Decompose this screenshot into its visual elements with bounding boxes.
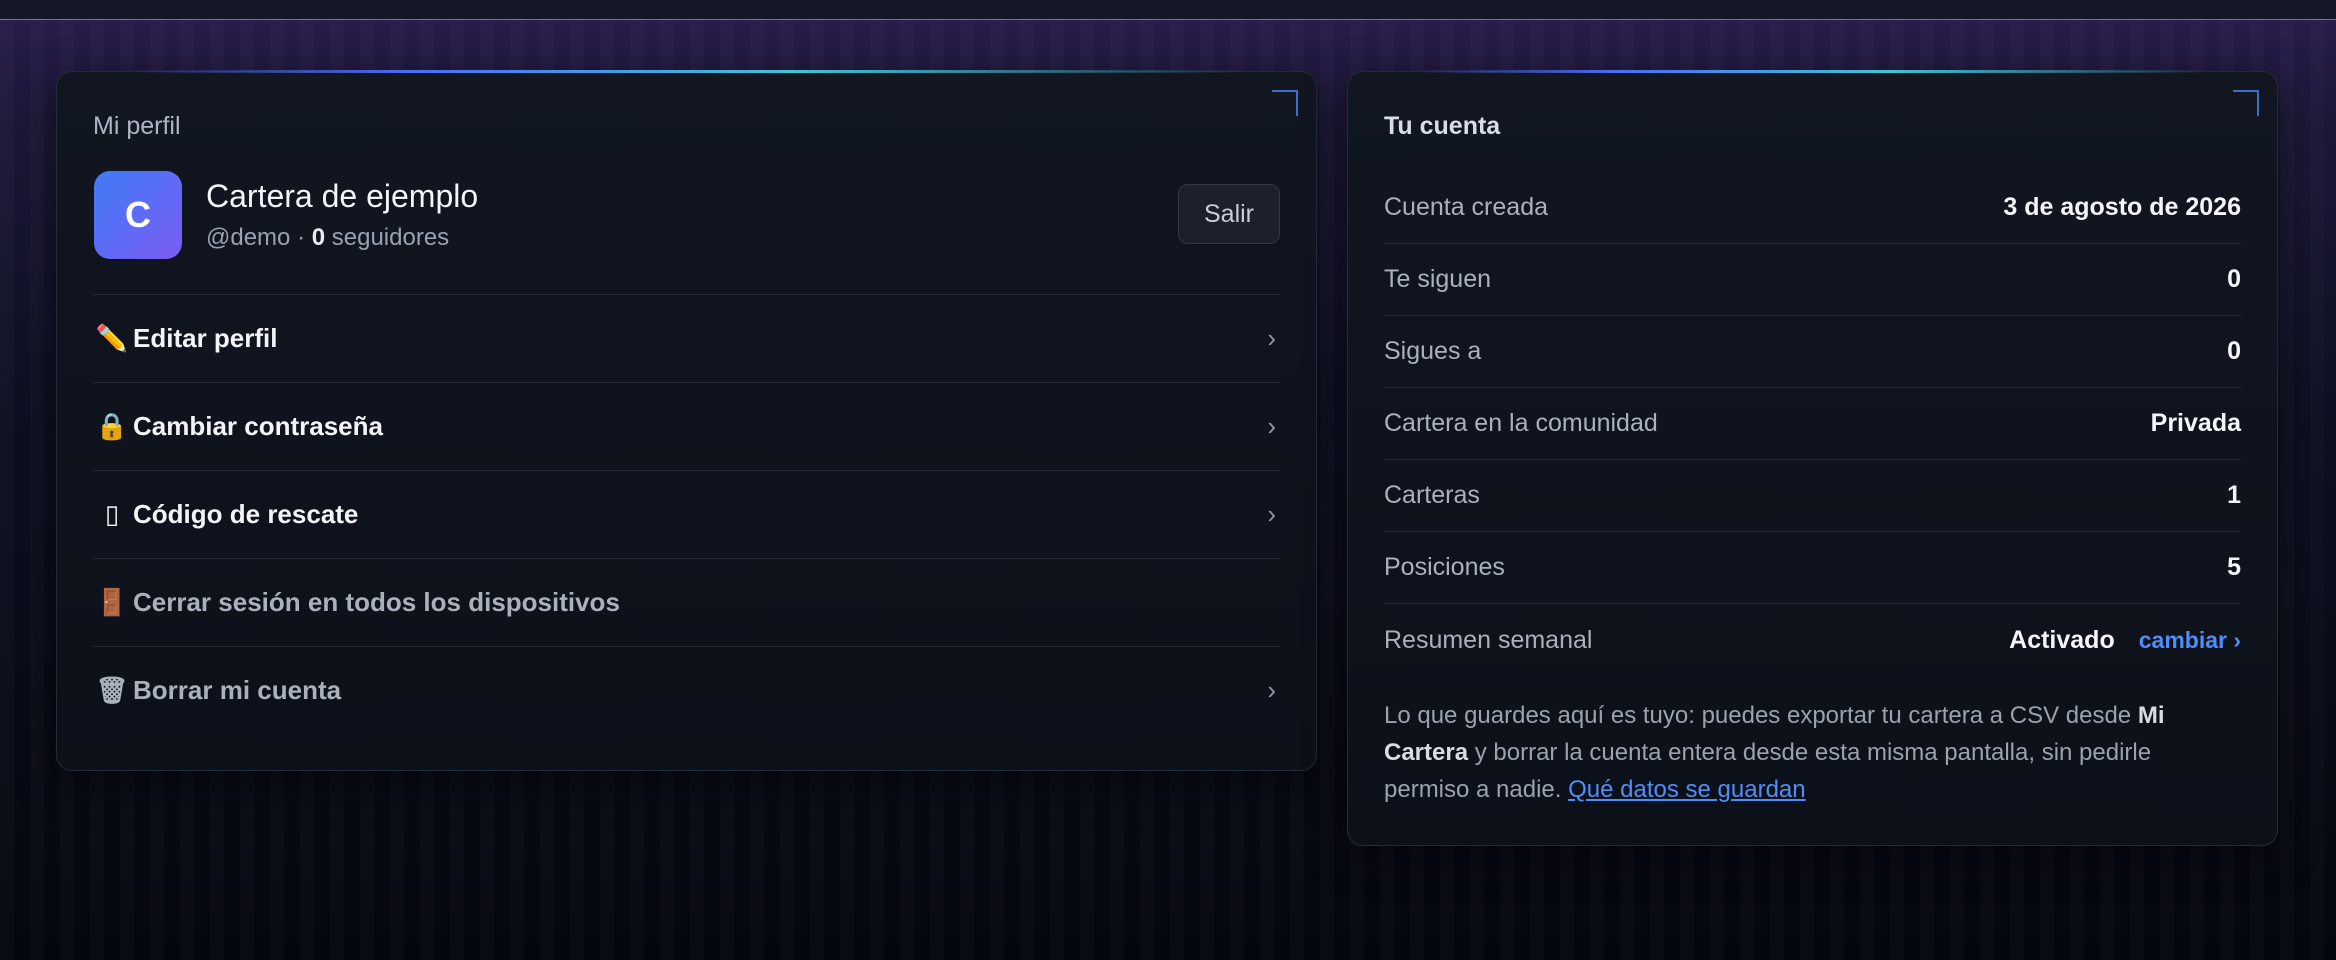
stat-label: Resumen semanal xyxy=(1384,625,1593,654)
trash-icon: 🗑 xyxy=(95,675,129,705)
stat-label: Posiciones xyxy=(1384,553,1505,581)
menu-item-logout-all[interactable]: 🚪 Cerrar sesión en todos los dispositivo… xyxy=(93,558,1280,646)
stat-value: 0 xyxy=(2227,265,2241,293)
profile-card-title: Mi perfil xyxy=(93,112,181,140)
followers-label: seguidores xyxy=(325,224,450,251)
chevron-right-icon: › xyxy=(1267,411,1276,441)
stat-value: 1 xyxy=(2227,481,2241,509)
chevron-right-icon: › xyxy=(1267,323,1276,353)
stat-row-weekly-summary: Resumen semanal Activado cambiar › xyxy=(1384,604,2241,676)
stat-row-followers: Te siguen 0 xyxy=(1384,244,2241,316)
corner-accent xyxy=(2233,90,2259,116)
stat-label: Carteras xyxy=(1384,481,1480,509)
corner-accent xyxy=(1272,90,1298,116)
avatar: C xyxy=(94,171,182,259)
stat-value: 0 xyxy=(2227,337,2241,365)
stat-row-following: Sigues a 0 xyxy=(1384,316,2241,388)
chevron-right-icon: › xyxy=(1267,675,1276,705)
stat-row-created: Cuenta creada 3 de agosto de 2026 xyxy=(1384,172,2241,244)
stat-label: Sigues a xyxy=(1384,337,1482,365)
menu-item-label: Borrar mi cuenta xyxy=(133,675,342,705)
stat-row-portfolios: Carteras 1 xyxy=(1384,460,2241,532)
chevron-right-icon: › xyxy=(1267,499,1276,529)
lock-icon: 🔒 xyxy=(95,411,129,441)
profile-card: Mi perfil C Cartera de ejemplo @demo · 0… xyxy=(56,70,1317,771)
stat-label: Cartera en la comunidad xyxy=(1384,409,1658,437)
door-icon: 🚪 xyxy=(95,587,129,617)
stat-row-community-portfolio: Cartera en la comunidad Privada xyxy=(1384,388,2241,460)
profile-name: Cartera de ejemplo xyxy=(206,178,479,214)
stat-value: Privada xyxy=(2150,409,2241,437)
change-weekly-summary-link[interactable]: cambiar › xyxy=(2139,627,2241,654)
menu-item-label: Código de rescate xyxy=(133,499,359,529)
menu-item-delete-account[interactable]: 🗑 Borrar mi cuenta › xyxy=(93,646,1280,734)
data-ownership-note: Lo que guardes aquí es tuyo: puedes expo… xyxy=(1384,702,2165,803)
stat-row-positions: Posiciones 5 xyxy=(1384,532,2241,604)
stat-value: Activado xyxy=(2009,625,2115,654)
stored-data-link[interactable]: Qué datos se guardan xyxy=(1568,776,1806,803)
key-icon: ▯ xyxy=(104,499,120,529)
menu-item-label: Editar perfil xyxy=(133,323,278,353)
account-stats: Cuenta creada 3 de agosto de 2026 Te sig… xyxy=(1384,172,2241,676)
pencil-icon: ✏️ xyxy=(95,323,129,353)
stat-value: 5 xyxy=(2227,553,2241,581)
stat-label: Te siguen xyxy=(1384,265,1492,293)
account-card: Tu cuenta Cuenta creada 3 de agosto de 2… xyxy=(1347,70,2278,846)
account-card-title: Tu cuenta xyxy=(1384,112,1501,140)
menu-item-label: Cerrar sesión en todos los dispositivos xyxy=(133,587,620,617)
menu-item-edit-profile[interactable]: ✏️ Editar perfil › xyxy=(93,294,1280,382)
menu-item-label: Cambiar contraseña xyxy=(133,411,383,441)
stat-label: Cuenta creada xyxy=(1384,193,1549,221)
profile-subtitle: @demo · 0 seguidores xyxy=(206,224,449,252)
profile-handle: @demo · xyxy=(206,224,312,251)
profile-menu: ✏️ Editar perfil › 🔒 Cambiar contraseña … xyxy=(93,294,1280,734)
menu-item-change-password[interactable]: 🔒 Cambiar contraseña › xyxy=(93,382,1280,470)
followers-count: 0 xyxy=(311,224,326,251)
stat-value: 3 de agosto de 2026 xyxy=(2003,193,2241,221)
logout-button[interactable]: Salir xyxy=(1178,184,1280,244)
menu-item-rescue-code[interactable]: ▯ Código de rescate › xyxy=(93,470,1280,558)
